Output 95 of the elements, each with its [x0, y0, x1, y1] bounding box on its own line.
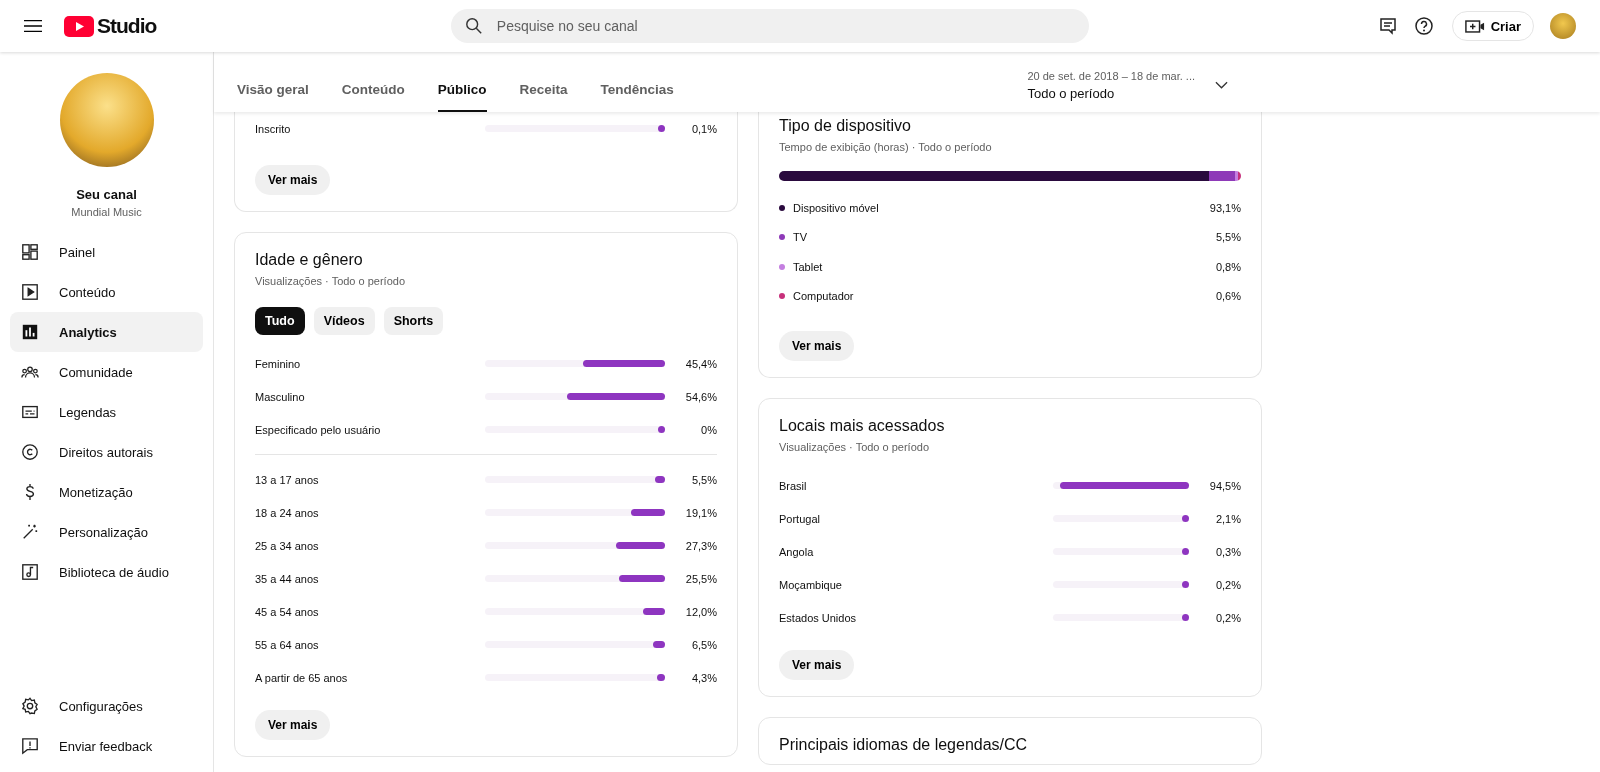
row-label: Computador — [793, 290, 855, 303]
filter-chip[interactable]: Vídeos — [313, 307, 375, 335]
row-value: 0,8% — [1214, 260, 1241, 273]
filter-chip[interactable]: Shorts — [383, 307, 444, 335]
tab[interactable]: Conteúdo — [341, 82, 405, 112]
row-value: 0,2% — [1214, 611, 1241, 624]
card-subtitle: Visualizações · Todo o período — [255, 275, 407, 287]
channel-name: Mundial Music — [71, 206, 142, 218]
see-more-button[interactable]: Ver mais — [255, 710, 331, 740]
row-value: 2,1% — [1214, 512, 1241, 525]
row-label: Masculino — [255, 390, 306, 403]
sidebar-item[interactable]: Comunidade — [10, 352, 203, 392]
logo-text[interactable]: Studio — [97, 14, 157, 38]
card-title: Principais idiomas de legendas/CC — [779, 736, 1029, 754]
row-label: 35 a 44 anos — [255, 572, 320, 585]
channel-title: Seu canal — [76, 187, 137, 202]
content-icon — [21, 283, 39, 301]
sidebar-item[interactable]: Legendas — [10, 392, 203, 432]
card-title: Tipo de dispositivo — [779, 117, 912, 135]
tab[interactable]: Receita — [519, 82, 568, 112]
row-value: 5,5% — [1214, 231, 1241, 244]
see-more-button[interactable]: Ver mais — [779, 650, 855, 680]
row-label: TV — [793, 231, 809, 244]
row-value: 19,1% — [684, 506, 717, 519]
row-label: Especificado pelo usuário — [255, 423, 382, 436]
card-title: Locais mais acessados — [779, 417, 946, 435]
row-label: Estados Unidos — [779, 611, 858, 624]
row-label: Dispositivo móvel — [793, 201, 880, 214]
help-icon[interactable] — [1413, 16, 1434, 36]
date-range-text: 20 de set. de 2018 – 18 de mar. ... — [1027, 69, 1195, 82]
sidebar-item[interactable]: Painel — [10, 232, 203, 272]
menu-icon[interactable] — [24, 19, 42, 33]
row-value: 94,5% — [1208, 479, 1241, 492]
row-value: 12,0% — [684, 605, 717, 618]
filter-chip[interactable]: Tudo — [255, 307, 305, 335]
row-value: 45,4% — [684, 357, 717, 370]
row-value: 0,6% — [1214, 290, 1241, 303]
avatar-icon[interactable] — [1550, 13, 1576, 39]
sidebar-item[interactable]: Conteúdo — [10, 272, 203, 312]
sidebar-item[interactable]: Enviar feedback — [10, 726, 203, 766]
row-label: 18 a 24 anos — [255, 506, 320, 519]
row-label: 45 a 54 anos — [255, 605, 320, 618]
sidebar-item[interactable]: Biblioteca de áudio — [10, 552, 203, 592]
subtitles-icon — [21, 403, 39, 421]
settings-icon — [21, 697, 39, 715]
wand-icon — [21, 523, 39, 541]
row-value: 54,6% — [684, 390, 717, 403]
see-more-button[interactable]: Ver mais — [255, 165, 331, 195]
audio-icon — [21, 563, 39, 581]
card-title: Idade e gênero — [255, 251, 364, 269]
row-value: 0% — [700, 423, 717, 436]
search-field[interactable]: Pesquise no seu canal — [450, 9, 1089, 43]
row-value: 0,1% — [690, 122, 717, 135]
row-label: Tablet — [793, 260, 824, 273]
row-label: Portugal — [779, 512, 821, 525]
tab[interactable]: Público — [437, 82, 487, 112]
period-text: Todo o período — [1027, 85, 1116, 101]
row-label: Angola — [779, 545, 815, 558]
dashboard-icon — [21, 243, 39, 261]
copyright-icon — [21, 443, 39, 461]
sidebar-item[interactable]: Configurações — [10, 686, 203, 726]
row-value: 27,3% — [684, 539, 717, 552]
row-value: 5,5% — [690, 473, 717, 486]
row-label: A partir de 65 anos — [255, 671, 349, 684]
row-value: 0,2% — [1214, 578, 1241, 591]
row-label: Inscrito — [255, 122, 292, 135]
date-range-picker[interactable]: 20 de set. de 2018 – 18 de mar. ... Todo o período — [1027, 63, 1228, 101]
feedback-icon — [21, 737, 39, 755]
sidebar-item[interactable]: Monetização — [10, 472, 203, 512]
chevron-down-icon — [1215, 81, 1228, 89]
tab[interactable]: Tendências — [600, 82, 674, 112]
row-value: 6,5% — [690, 638, 717, 651]
play-logo-icon[interactable] — [64, 15, 94, 37]
row-label: 55 a 64 anos — [255, 638, 320, 651]
sidebar-item[interactable]: Direitos autorais — [10, 432, 203, 472]
row-label: 13 a 17 anos — [255, 473, 320, 486]
row-value: 25,5% — [684, 572, 717, 585]
analytics-icon — [21, 323, 39, 341]
comment-icon[interactable] — [1377, 16, 1398, 36]
sidebar-item[interactable]: Analytics — [10, 312, 203, 352]
card-subtitle: Tempo de exibição (horas) · Todo o período — [779, 141, 993, 153]
row-label: 25 a 34 anos — [255, 539, 320, 552]
row-value: 4,3% — [690, 671, 717, 684]
create-button[interactable]: Criar — [1451, 11, 1534, 41]
row-label: Brasil — [779, 479, 808, 492]
see-more-button[interactable]: Ver mais — [779, 331, 855, 361]
search-icon — [464, 17, 483, 35]
video-plus-icon — [1464, 18, 1485, 34]
card-subtitle: Visualizações · Todo o período — [779, 441, 931, 453]
row-value: 0,3% — [1214, 545, 1241, 558]
tab[interactable]: Visão geral — [237, 82, 309, 112]
row-label: Moçambique — [779, 578, 843, 591]
row-label: Feminino — [255, 357, 302, 370]
sidebar-item[interactable]: Personalização — [10, 512, 203, 552]
row-value: 93,1% — [1208, 201, 1241, 214]
